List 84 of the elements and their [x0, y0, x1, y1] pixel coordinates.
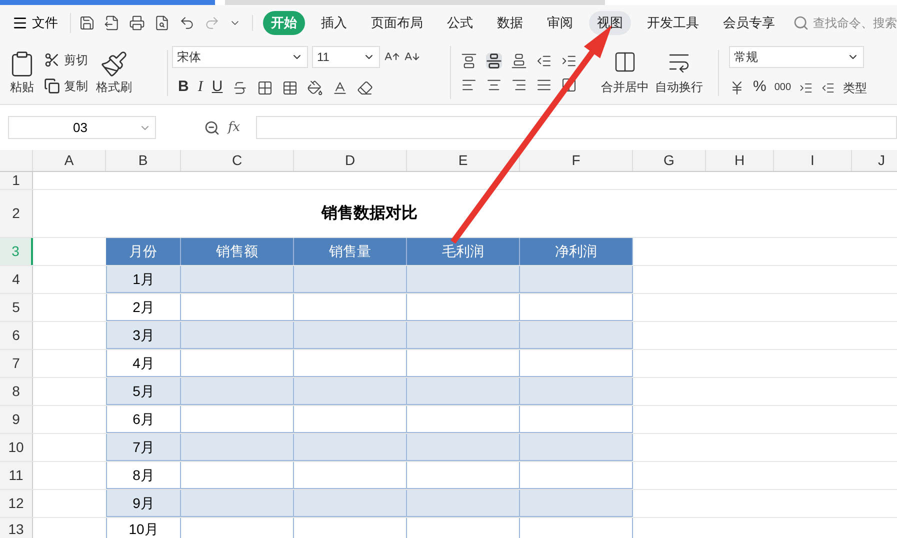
table-header-cell: 月份	[106, 238, 181, 265]
number-format-field[interactable]: 常规	[729, 46, 864, 68]
wrap-text-button[interactable]: 自动换行	[655, 50, 703, 96]
ribbon-tab[interactable]: 页面布局	[363, 11, 431, 35]
table-cell: 1月	[106, 266, 181, 293]
ribbon-tab[interactable]: 会员专享	[715, 11, 783, 35]
merge-cells-icon	[613, 50, 637, 74]
align-bottom-icon[interactable]	[511, 52, 527, 68]
undo-icon[interactable]	[179, 15, 195, 31]
row-header[interactable]: 7	[0, 350, 33, 377]
table-cell: 4月	[106, 350, 181, 377]
table-cell: 7月	[106, 434, 181, 461]
align-top-icon[interactable]	[461, 52, 477, 68]
thousands-button[interactable]: 000	[774, 80, 792, 95]
ribbon-tab[interactable]: 开发工具	[639, 11, 707, 35]
cell-style-icon[interactable]	[282, 80, 298, 96]
row-header[interactable]: 13	[0, 518, 33, 538]
column-header[interactable]: I	[774, 150, 852, 171]
row-header[interactable]: 4	[0, 266, 33, 293]
column-header[interactable]: J	[852, 150, 897, 171]
fx-label[interactable]: fx	[228, 118, 240, 138]
copy-button[interactable]: 复制	[44, 76, 88, 94]
bold-button[interactable]: B	[178, 76, 189, 99]
scissors-icon	[44, 52, 60, 68]
row-header[interactable]: 2	[0, 190, 33, 237]
formula-input[interactable]	[256, 116, 897, 139]
copy-icon	[44, 78, 60, 94]
column-header[interactable]: C	[181, 150, 294, 171]
row-header[interactable]: 1	[0, 172, 33, 189]
row-header[interactable]: 9	[0, 406, 33, 433]
format-painter-button[interactable]: 格式刷	[96, 50, 132, 96]
row-header[interactable]: 11	[0, 462, 33, 489]
font-color-icon[interactable]	[332, 80, 348, 96]
ribbon-tab[interactable]: 公式	[439, 11, 481, 35]
percent-button[interactable]: %	[753, 76, 766, 99]
align-middle-icon[interactable]	[486, 52, 502, 68]
borders-icon[interactable]	[256, 80, 273, 96]
merge-center-button[interactable]: 合并居中	[601, 50, 649, 96]
table-cell: 8月	[106, 462, 181, 489]
font-name-field[interactable]: 宋体	[172, 46, 308, 68]
table-cell: 6月	[106, 406, 181, 433]
column-header[interactable]: G	[633, 150, 706, 171]
ribbon-tab[interactable]: 数据	[489, 11, 531, 35]
print-icon[interactable]	[129, 15, 145, 31]
table-cell: 9月	[106, 490, 181, 517]
name-box[interactable]: 03	[8, 116, 156, 139]
underline-button[interactable]: U	[212, 76, 223, 99]
preview-icon[interactable]	[154, 15, 170, 31]
table-header-cell: 毛利润	[407, 238, 520, 265]
table-header-cell: 销售量	[294, 238, 407, 265]
column-header[interactable]: H	[706, 150, 774, 171]
ribbon-tab[interactable]: 审阅	[539, 11, 581, 35]
convert-type-button[interactable]: 类型	[843, 78, 868, 96]
table-title: 销售数据对比	[320, 204, 418, 224]
search-icon	[793, 15, 809, 31]
save-icon[interactable]	[79, 15, 95, 31]
table-cell: 10月	[106, 518, 181, 538]
strikethrough-icon[interactable]	[232, 80, 248, 96]
table-header-cell: 销售额	[181, 238, 294, 265]
row-header[interactable]: 6	[0, 322, 33, 349]
eraser-icon[interactable]	[356, 80, 373, 96]
row-header[interactable]: 10	[0, 434, 33, 461]
table-cell: 3月	[106, 322, 181, 349]
menu-icon	[12, 15, 28, 31]
column-header[interactable]: B	[106, 150, 181, 171]
ribbon-tab[interactable]: 视图	[589, 11, 631, 35]
fill-color-icon[interactable]	[306, 80, 323, 96]
zoom-icon[interactable]	[204, 120, 220, 136]
table-cell: 5月	[106, 378, 181, 405]
row-header[interactable]: 12	[0, 490, 33, 517]
column-header[interactable]: A	[33, 150, 106, 171]
row-header[interactable]: 8	[0, 378, 33, 405]
table-header-cell: 净利润	[520, 238, 633, 265]
table-cell: 2月	[106, 294, 181, 321]
row-header[interactable]: 5	[0, 294, 33, 321]
export-icon[interactable]	[104, 15, 120, 31]
paintbrush-icon	[100, 50, 128, 78]
ribbon-tab[interactable]: 插入	[313, 11, 355, 35]
file-menu-button[interactable]: 文件	[12, 13, 71, 33]
cut-button[interactable]: 剪切	[44, 50, 88, 68]
column-header[interactable]: D	[294, 150, 407, 171]
paste-button[interactable]: 粘贴	[8, 50, 36, 96]
italic-button[interactable]: I	[198, 76, 203, 99]
font-size-field[interactable]: 11	[312, 46, 380, 68]
